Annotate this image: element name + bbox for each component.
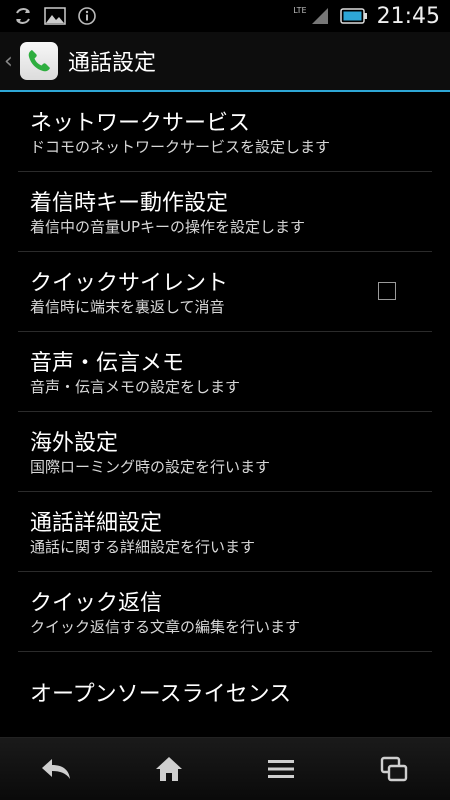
- setting-title: 音声・伝言メモ: [30, 351, 185, 376]
- setting-voice-memo[interactable]: 音声・伝言メモ 音声・伝言メモの設定をします: [18, 332, 432, 412]
- recent-apps-button[interactable]: [364, 744, 424, 794]
- network-type: LTE: [293, 5, 307, 15]
- signal-icon: [309, 5, 331, 27]
- setting-subtitle: 着信時に端末を裏返して消音: [30, 298, 225, 316]
- setting-title: ネットワークサービス: [30, 111, 251, 136]
- battery-icon: [339, 5, 369, 27]
- info-icon: [76, 5, 98, 27]
- setting-open-source-licenses[interactable]: オープンソースライセンス: [18, 652, 432, 732]
- setting-quick-reply[interactable]: クイック返信 クイック返信する文章の編集を行います: [18, 572, 432, 652]
- setting-subtitle: 音声・伝言メモの設定をします: [30, 378, 241, 396]
- quick-silent-checkbox[interactable]: [378, 282, 396, 300]
- navigation-bar: [0, 737, 450, 800]
- page-title: 通話設定: [68, 51, 157, 76]
- sync-icon: [12, 5, 34, 27]
- setting-quick-silent[interactable]: クイックサイレント 着信時に端末を裏返して消音: [18, 252, 432, 332]
- setting-subtitle: 着信中の音量UPキーの操作を設定します: [30, 218, 306, 236]
- setting-incoming-key[interactable]: 着信時キー動作設定 着信中の音量UPキーの操作を設定します: [18, 172, 432, 252]
- setting-title: 通話詳細設定: [30, 511, 163, 536]
- image-icon: [44, 5, 66, 27]
- setting-subtitle: クイック返信する文章の編集を行います: [30, 618, 301, 636]
- action-bar: ‹ 通話設定: [0, 32, 450, 90]
- up-chevron-icon[interactable]: ‹: [4, 49, 14, 74]
- setting-title: クイックサイレント: [30, 271, 229, 296]
- setting-overseas[interactable]: 海外設定 国際ローミング時の設定を行います: [18, 412, 432, 492]
- setting-network-services[interactable]: ネットワークサービス ドコモのネットワークサービスを設定します: [18, 92, 432, 172]
- back-icon: [42, 759, 71, 779]
- settings-list: ネットワークサービス ドコモのネットワークサービスを設定します 着信時キー動作設…: [0, 92, 450, 732]
- status-bar: LTE 21:45: [0, 0, 450, 32]
- setting-subtitle: ドコモのネットワークサービスを設定します: [30, 138, 331, 156]
- phone-icon[interactable]: [20, 42, 58, 80]
- setting-subtitle: 通話に関する詳細設定を行います: [30, 538, 256, 556]
- setting-title: オープンソースライセンス: [30, 682, 292, 707]
- setting-call-details[interactable]: 通話詳細設定 通話に関する詳細設定を行います: [18, 492, 432, 572]
- setting-title: 着信時キー動作設定: [30, 191, 229, 216]
- back-button[interactable]: [26, 744, 86, 794]
- clock: 21:45: [376, 3, 440, 29]
- setting-title: 海外設定: [30, 431, 119, 456]
- home-icon: [155, 757, 182, 781]
- setting-subtitle: 国際ローミング時の設定を行います: [30, 458, 271, 476]
- menu-icon: [268, 760, 295, 778]
- recent-apps-icon: [380, 756, 407, 782]
- home-button[interactable]: [139, 744, 199, 794]
- menu-button[interactable]: [251, 744, 311, 794]
- setting-title: クイック返信: [30, 591, 163, 616]
